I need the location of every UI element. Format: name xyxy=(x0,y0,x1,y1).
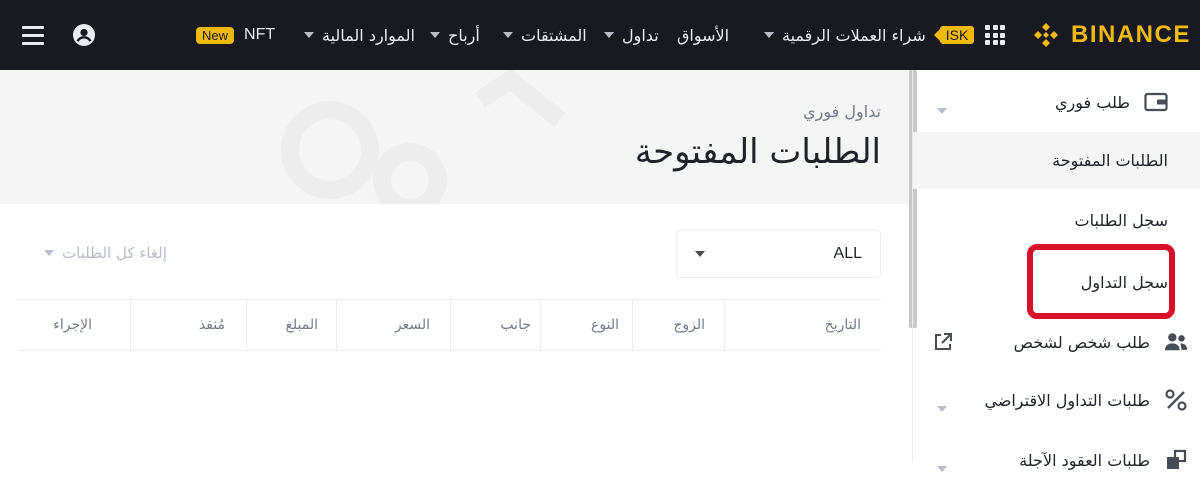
percent-icon xyxy=(1164,388,1188,412)
users-icon xyxy=(1164,330,1188,354)
binance-logo[interactable]: BINANCE xyxy=(1031,0,1191,70)
nav-nft-label: NFT xyxy=(244,26,276,43)
chevron-down-icon xyxy=(44,250,54,256)
brand-name: BINANCE xyxy=(1071,21,1191,48)
chevron-down-icon xyxy=(430,32,440,38)
chevron-down-icon xyxy=(503,32,513,38)
column-divider xyxy=(724,300,725,350)
binance-diamond-icon xyxy=(1034,23,1058,47)
sidebar-item-label: الطلبات المفتوحة xyxy=(1052,151,1168,170)
sidebar-item-label: سجل الطلبات xyxy=(1074,210,1168,230)
column-divider xyxy=(130,300,131,350)
nav-markets-label: الأسواق xyxy=(677,25,730,45)
nav-buy-crypto[interactable]: شراء العملات الرقمية ISK xyxy=(764,0,975,70)
chevron-down-icon xyxy=(937,457,947,476)
top-navigation-bar: BINANCE شراء العملات الرقمية ISK الأسواق… xyxy=(0,0,1200,70)
nav-trade[interactable]: تداول xyxy=(604,0,659,70)
column-header-type[interactable]: النوع xyxy=(591,300,619,350)
sidebar-item-order-history[interactable]: سجل الطلبات xyxy=(913,194,1200,246)
isk-badge: ISK xyxy=(933,26,975,44)
chevron-down-icon xyxy=(937,99,947,118)
chevron-down-icon xyxy=(695,251,705,257)
external-link-icon[interactable] xyxy=(933,332,953,356)
page-header: تداول فوري الطلبات المفتوحة xyxy=(0,70,909,204)
nav-earn[interactable]: أرباح xyxy=(430,0,480,70)
sidebar-item-open-orders[interactable]: الطلبات المفتوحة xyxy=(913,132,1200,189)
cancel-all-label: إلغاء كل الطلبات xyxy=(62,244,167,262)
nav-markets[interactable]: الأسواق xyxy=(677,0,729,70)
sidebar-item-futures-orders[interactable]: طلبات العقود الآجلة xyxy=(913,436,1200,484)
watermark-graphic xyxy=(281,70,566,204)
order-filter-select[interactable]: ALL xyxy=(676,230,881,278)
select-value: ALL xyxy=(833,245,862,262)
sidebar-item-label: طلبات العقود الآجلة xyxy=(1019,450,1150,470)
nav-trade-label: تداول xyxy=(622,25,659,45)
futures-icon xyxy=(1164,448,1188,472)
nav-nft[interactable]: New NFT xyxy=(196,0,275,70)
column-header-filled[interactable]: مُنفذ xyxy=(199,300,225,350)
chevron-down-icon xyxy=(304,32,314,38)
breadcrumb[interactable]: تداول فوري xyxy=(803,102,881,121)
new-badge: New xyxy=(196,26,235,44)
highlight-annotation-box xyxy=(1027,244,1175,319)
hamburger-menu-icon[interactable] xyxy=(22,0,44,70)
sidebar-item-label: طلب شخص لشخص xyxy=(1013,332,1150,352)
column-divider xyxy=(632,300,633,350)
column-header-side[interactable]: جانب xyxy=(500,300,531,350)
orders-table-header: التاريخ الزوج النوع جانب السعر المبلغ مُ… xyxy=(18,299,881,351)
column-header-amount[interactable]: المبلغ xyxy=(285,300,318,350)
wallet-icon xyxy=(1144,90,1168,114)
page-title: الطلبات المفتوحة xyxy=(634,132,881,172)
sidebar-item-spot-order[interactable]: طلب فوري xyxy=(913,78,1200,126)
sidebar-item-p2p-order[interactable]: طلب شخص لشخص xyxy=(913,318,1200,366)
column-header-price[interactable]: السعر xyxy=(395,300,430,350)
column-header-action[interactable]: الإجراء xyxy=(53,300,92,350)
sidebar-item-label: طلبات التداول الاقتراضي xyxy=(984,390,1150,410)
sidebar-item-label: طلب فوري xyxy=(1055,92,1130,112)
apps-grid-icon[interactable] xyxy=(985,0,1005,70)
sidebar-item-margin-orders[interactable]: طلبات التداول الاقتراضي xyxy=(913,376,1200,424)
nav-derivatives[interactable]: المشتقات xyxy=(503,0,587,70)
nav-earn-label: أرباح xyxy=(448,25,480,45)
nav-derivatives-label: المشتقات xyxy=(521,25,587,45)
column-divider xyxy=(336,300,337,350)
column-divider xyxy=(246,300,247,350)
chevron-down-icon xyxy=(764,32,774,38)
nav-finance[interactable]: الموارد المالية xyxy=(304,0,415,70)
column-divider xyxy=(450,300,451,350)
column-header-pair[interactable]: الزوج xyxy=(673,300,705,350)
column-divider xyxy=(540,300,541,350)
nav-finance-label: الموارد المالية xyxy=(322,25,415,45)
column-header-date[interactable]: التاريخ xyxy=(825,300,861,350)
user-account-icon[interactable] xyxy=(72,0,96,70)
nav-buy-crypto-label: شراء العملات الرقمية xyxy=(782,25,926,45)
chevron-down-icon xyxy=(604,32,614,38)
chevron-down-icon xyxy=(937,397,947,416)
cancel-all-orders-button[interactable]: إلغاء كل الطلبات xyxy=(44,244,167,262)
